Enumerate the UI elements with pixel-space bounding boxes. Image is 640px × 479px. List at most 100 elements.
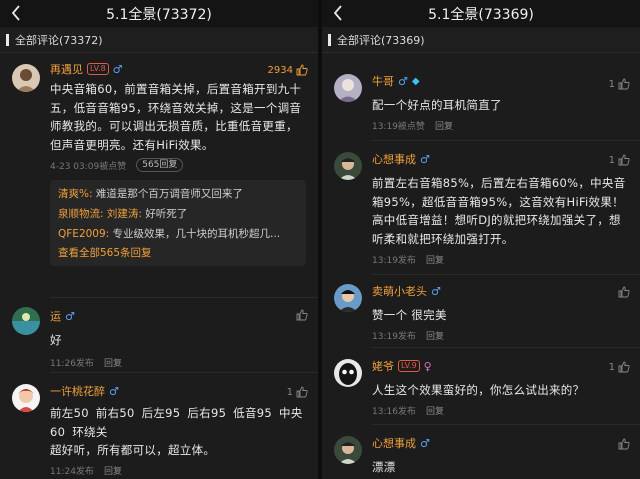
comment-text: 漂漂 bbox=[372, 460, 396, 474]
avatar[interactable] bbox=[334, 436, 362, 464]
reply-button[interactable]: 回复 bbox=[426, 329, 444, 342]
timestamp: 4-23 03:09被点赞 bbox=[50, 161, 127, 172]
username-row: 一许桃花醉 ♂ bbox=[50, 382, 308, 400]
reply-button[interactable]: 回复 bbox=[104, 356, 122, 369]
comment-text: 前置左右音箱85%，后置左右音箱60%，中央音箱95%，超低音音箱95%，这音效… bbox=[372, 176, 626, 246]
like-button[interactable] bbox=[296, 309, 308, 321]
timestamp: 11:26发布 bbox=[50, 359, 94, 369]
view-all-replies-link[interactable]: 查看全部565条回复 bbox=[58, 244, 298, 262]
reply-preview-box[interactable]: 清爽%: 难道是那个百万调音师又回来了 泉顺物流: 刘建涛: 好听死了 QFE2… bbox=[50, 180, 306, 266]
like-button[interactable] bbox=[618, 286, 630, 298]
thumbs-up-icon bbox=[618, 154, 630, 166]
like-count: 2934 bbox=[267, 64, 293, 76]
timestamp: 13:19发布 bbox=[372, 332, 416, 342]
page-title: 5.1全景(73372) bbox=[106, 6, 212, 23]
comment-panel-right: 5.1全景(73369) 全部评论(73369) 牛哥 ♂ ◆ 1 配一个好点的… bbox=[322, 0, 640, 479]
thumbs-up-icon bbox=[618, 361, 630, 373]
thumbs-up-icon bbox=[296, 64, 308, 76]
username-row: 牛哥 ♂ ◆ bbox=[372, 72, 630, 90]
comment-item: 运 ♂ 好 11:26发布 回复 bbox=[0, 307, 318, 372]
avatar[interactable] bbox=[334, 284, 362, 312]
male-icon: ♂ bbox=[420, 436, 430, 450]
reply-button[interactable]: 回复 bbox=[435, 119, 453, 132]
username[interactable]: 姥爷 bbox=[372, 358, 394, 374]
comment-item: 卖萌小老头 ♂ 赞一个 很完美 13:19发布 回复 bbox=[322, 282, 640, 345]
section-bar bbox=[6, 33, 9, 46]
comment-text: 前左50 前右50 后左95 后右95 低音95 中央60 环绕关 超好听，所有… bbox=[50, 406, 303, 457]
username-row: 心想事成 ♂ bbox=[372, 150, 630, 168]
comment-meta: 11:26发布 回复 bbox=[50, 354, 308, 372]
reply-count-badge[interactable]: 565回复 bbox=[136, 158, 184, 172]
level-badge: LV.8 bbox=[87, 63, 109, 75]
back-icon[interactable] bbox=[328, 2, 348, 24]
timestamp: 13:19发布 bbox=[372, 255, 416, 266]
comment-item: 再遇见 LV.8 ♂ 2934 中央音箱60，前置音箱关掉，后置音箱开到九十五，… bbox=[0, 60, 318, 272]
like-button[interactable] bbox=[618, 438, 630, 450]
like-button[interactable]: 1 bbox=[287, 386, 308, 398]
comment-panel-left: 5.1全景(73372) 全部评论(73372) 再遇见 LV.8 ♂ 2934… bbox=[0, 0, 318, 479]
section-header: 全部评论(73372) bbox=[0, 27, 318, 53]
like-button[interactable]: 1 bbox=[609, 361, 630, 373]
reply-button[interactable]: 回复 bbox=[426, 404, 444, 417]
avatar[interactable] bbox=[12, 307, 40, 335]
comment-meta: 11:24发布 回复 bbox=[50, 462, 308, 479]
username[interactable]: 心想事成 bbox=[372, 151, 416, 167]
comment-item: 一许桃花醉 ♂ 1 前左50 前右50 后左95 后右95 低音95 中央60 … bbox=[0, 382, 318, 479]
male-icon: ♂ bbox=[398, 74, 408, 88]
username[interactable]: 卖萌小老头 bbox=[372, 283, 427, 299]
male-icon: ♂ bbox=[420, 152, 430, 166]
female-icon: ♀ bbox=[423, 359, 432, 373]
comment-item: 姥爷 LV.9 ♀ 1 人生这个效果蛮好的，你怎么试出来的？ 13:16发布 回… bbox=[322, 357, 640, 420]
username[interactable]: 再遇见 bbox=[50, 61, 83, 77]
divider bbox=[372, 347, 640, 348]
avatar[interactable] bbox=[334, 152, 362, 180]
back-icon[interactable] bbox=[6, 2, 26, 24]
male-icon: ♂ bbox=[65, 309, 75, 323]
username-row: 卖萌小老头 ♂ bbox=[372, 282, 630, 300]
avatar[interactable] bbox=[334, 359, 362, 387]
like-count: 1 bbox=[286, 386, 293, 398]
divider bbox=[50, 372, 318, 373]
page-title: 5.1全景(73369) bbox=[428, 6, 534, 23]
comment-meta: 13:19发布 回复 bbox=[372, 250, 630, 268]
reply-preview[interactable]: QFE2009: 专业级效果，几十块的耳机秒超几... bbox=[58, 224, 298, 244]
comment-meta: 13:16发布 回复 bbox=[372, 402, 630, 420]
male-icon: ♂ bbox=[109, 384, 119, 398]
like-button[interactable]: 1 bbox=[609, 78, 630, 90]
username-row: 运 ♂ bbox=[50, 307, 308, 325]
reply-button[interactable]: 回复 bbox=[104, 464, 122, 477]
comment-item: 心想事成 ♂ 漂漂 bbox=[322, 434, 640, 477]
reply-button[interactable]: 回复 bbox=[426, 253, 444, 266]
comment-meta: 13:19发布 回复 bbox=[372, 327, 630, 345]
username[interactable]: 运 bbox=[50, 308, 61, 324]
comment-text: 人生这个效果蛮好的，你怎么试出来的？ bbox=[372, 383, 585, 397]
username-row: 心想事成 ♂ bbox=[372, 434, 630, 452]
thumbs-up-icon bbox=[296, 386, 308, 398]
avatar[interactable] bbox=[12, 384, 40, 412]
username[interactable]: 牛哥 bbox=[372, 73, 394, 89]
timestamp: 11:24发布 bbox=[50, 467, 94, 477]
thumbs-up-icon bbox=[618, 286, 630, 298]
timestamp: 13:19被点赞 bbox=[372, 122, 425, 132]
top-bar: 5.1全景(73369) bbox=[322, 0, 640, 27]
like-button[interactable]: 2934 bbox=[268, 64, 308, 76]
avatar[interactable] bbox=[12, 64, 40, 92]
thumbs-up-icon bbox=[618, 78, 630, 90]
comment-text: 好 bbox=[50, 333, 62, 347]
reply-preview[interactable]: 清爽%: 难道是那个百万调音师又回来了 bbox=[58, 184, 298, 204]
comment-meta: 4-23 03:09被点赞 565回复 bbox=[50, 156, 308, 174]
username[interactable]: 心想事成 bbox=[372, 435, 416, 451]
diamond-icon: ◆ bbox=[411, 75, 420, 87]
like-count: 1 bbox=[608, 154, 615, 166]
like-count: 1 bbox=[608, 361, 615, 373]
timestamp: 13:16发布 bbox=[372, 407, 416, 417]
divider bbox=[372, 140, 640, 141]
divider bbox=[372, 274, 640, 275]
username[interactable]: 一许桃花醉 bbox=[50, 383, 105, 399]
avatar[interactable] bbox=[334, 74, 362, 102]
divider bbox=[372, 424, 640, 425]
top-bar: 5.1全景(73372) bbox=[0, 0, 318, 27]
level-badge: LV.9 bbox=[398, 360, 420, 372]
reply-preview[interactable]: 泉顺物流: 刘建涛: 好听死了 bbox=[58, 204, 298, 224]
like-button[interactable]: 1 bbox=[609, 154, 630, 166]
